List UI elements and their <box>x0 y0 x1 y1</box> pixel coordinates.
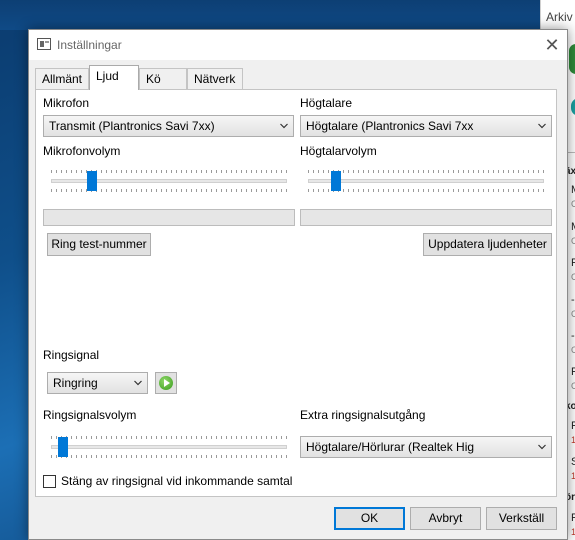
ringtone-label: Ringsignal <box>43 348 100 362</box>
chevron-down-icon <box>280 123 288 129</box>
settings-dialog: Inställningar ✕ Allmänt Ljud Kö Nätverk … <box>28 29 568 540</box>
desktop-background <box>0 0 540 30</box>
speaker-volume-label: Högtalarvolym <box>300 144 377 158</box>
background-app-text: C <box>571 345 575 355</box>
slider-ticks <box>308 170 544 173</box>
chevron-down-icon <box>538 123 546 129</box>
dialog-titlebar: Inställningar ✕ <box>29 30 567 60</box>
extra-ring-output-label: Extra ringsignalsutgång <box>300 408 426 422</box>
background-app-text: - <box>571 330 575 342</box>
speaker-select[interactable]: Högtalare (Plantronics Savi 7xx <box>300 115 552 137</box>
extra-ring-output-select[interactable]: Högtalare/Hörlurar (Realtek Hig <box>300 436 552 458</box>
microphone-level-meter <box>43 209 295 226</box>
ringtone-select[interactable]: Ringring <box>47 372 148 394</box>
background-call-button <box>569 44 575 74</box>
microphone-volume-label: Mikrofonvolym <box>43 144 121 158</box>
background-app-text: C <box>571 199 575 209</box>
ring-test-number-button[interactable]: Ring test-nummer <box>47 233 151 256</box>
background-app-text: 1 <box>571 435 575 445</box>
background-app-text: 1 <box>571 527 575 537</box>
background-app-text: C <box>571 272 575 282</box>
microphone-select-value: Transmit (Plantronics Savi 7xx) <box>49 119 215 133</box>
ok-button[interactable]: OK <box>334 507 405 530</box>
tab-queue[interactable]: Kö <box>139 68 187 89</box>
slider-thumb[interactable] <box>87 171 97 191</box>
microphone-volume-slider[interactable] <box>51 168 287 194</box>
ringtone-select-value: Ringring <box>53 376 98 390</box>
slider-track <box>51 445 287 449</box>
cancel-button[interactable]: Avbryt <box>410 507 481 530</box>
background-menu-arkiv[interactable]: Arkiv <box>546 10 573 24</box>
background-app-text: F <box>571 420 575 432</box>
microphone-label: Mikrofon <box>43 96 90 110</box>
speaker-volume-slider[interactable] <box>308 168 544 194</box>
ringtone-volume-label: Ringsignalsvolym <box>43 408 137 422</box>
tab-general[interactable]: Allmänt <box>35 68 89 89</box>
background-app-text: M <box>571 221 575 233</box>
background-app-logo <box>571 98 575 116</box>
tab-network[interactable]: Nätverk <box>187 68 243 89</box>
play-triangle <box>164 379 170 387</box>
background-app-text: 1 <box>571 471 575 481</box>
background-app-text: C <box>571 236 575 246</box>
close-button[interactable]: ✕ <box>537 30 567 60</box>
update-audio-devices-button[interactable]: Uppdatera ljudenheter <box>423 233 552 256</box>
slider-track <box>308 179 544 183</box>
background-app-text: C <box>571 381 575 391</box>
app-icon <box>37 38 51 50</box>
slider-thumb[interactable] <box>58 437 68 457</box>
background-app-text: R <box>571 257 575 269</box>
background-app-text: S <box>571 456 575 468</box>
background-app-text: F <box>571 512 575 524</box>
chevron-down-icon <box>538 444 546 450</box>
speaker-select-value: Högtalare (Plantronics Savi 7xx <box>306 119 474 133</box>
background-app-text: - <box>571 294 575 306</box>
mute-ring-on-incoming-label: Stäng av ringsignal vid inkommande samta… <box>61 474 293 488</box>
microphone-select[interactable]: Transmit (Plantronics Savi 7xx) <box>43 115 294 137</box>
sound-tab-panel: Mikrofon Transmit (Plantronics Savi 7xx)… <box>35 89 557 497</box>
slider-ticks <box>51 455 287 458</box>
apply-button[interactable]: Verkställ <box>486 507 557 530</box>
slider-thumb[interactable] <box>331 171 341 191</box>
close-icon: ✕ <box>544 35 560 55</box>
mute-ring-on-incoming-checkbox[interactable] <box>43 475 56 488</box>
ringtone-volume-slider[interactable] <box>51 434 287 460</box>
background-app-text: C <box>571 309 575 319</box>
chevron-down-icon <box>134 380 142 386</box>
play-ringtone-button[interactable] <box>155 372 177 394</box>
background-app-text: M <box>571 184 575 196</box>
dialog-title: Inställningar <box>57 38 122 52</box>
tab-sound[interactable]: Ljud <box>89 65 139 90</box>
speaker-label: Högtalare <box>300 96 353 110</box>
background-separator <box>567 152 575 153</box>
slider-ticks <box>51 436 287 439</box>
slider-ticks <box>308 189 544 192</box>
extra-ring-output-value: Högtalare/Hörlurar (Realtek Hig <box>306 440 475 454</box>
background-app-text: R <box>571 366 575 378</box>
speaker-level-meter <box>300 209 552 226</box>
